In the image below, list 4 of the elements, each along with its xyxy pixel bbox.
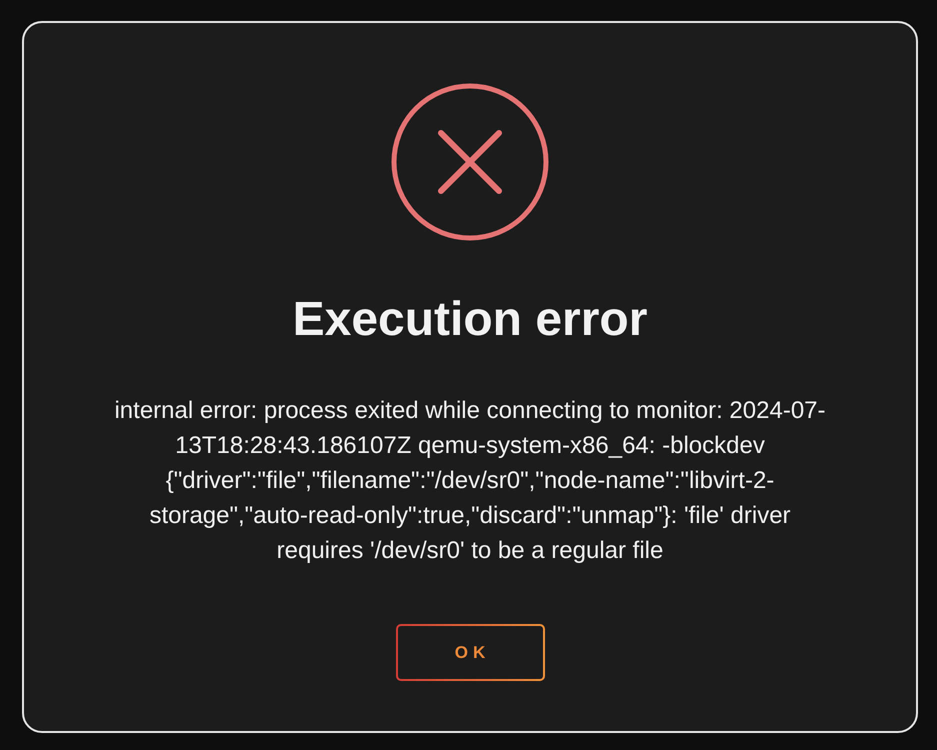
ok-button[interactable]: OK xyxy=(396,624,544,681)
dialog-title: Execution error xyxy=(292,293,648,347)
error-message: internal error: process exited while connecting to monitor: 2024-07-13T18:28:43.186107Z qemu-system-x86_64: -blockdev {"driver":"file","filename":"/dev/sr0","node-name":"libvirt-2-storage","auto-read-only":true,"discard":"unmap"}: 'file' driver requires '/dev/sr0' to be a regular file xyxy=(113,396,827,566)
error-icon xyxy=(391,83,549,241)
